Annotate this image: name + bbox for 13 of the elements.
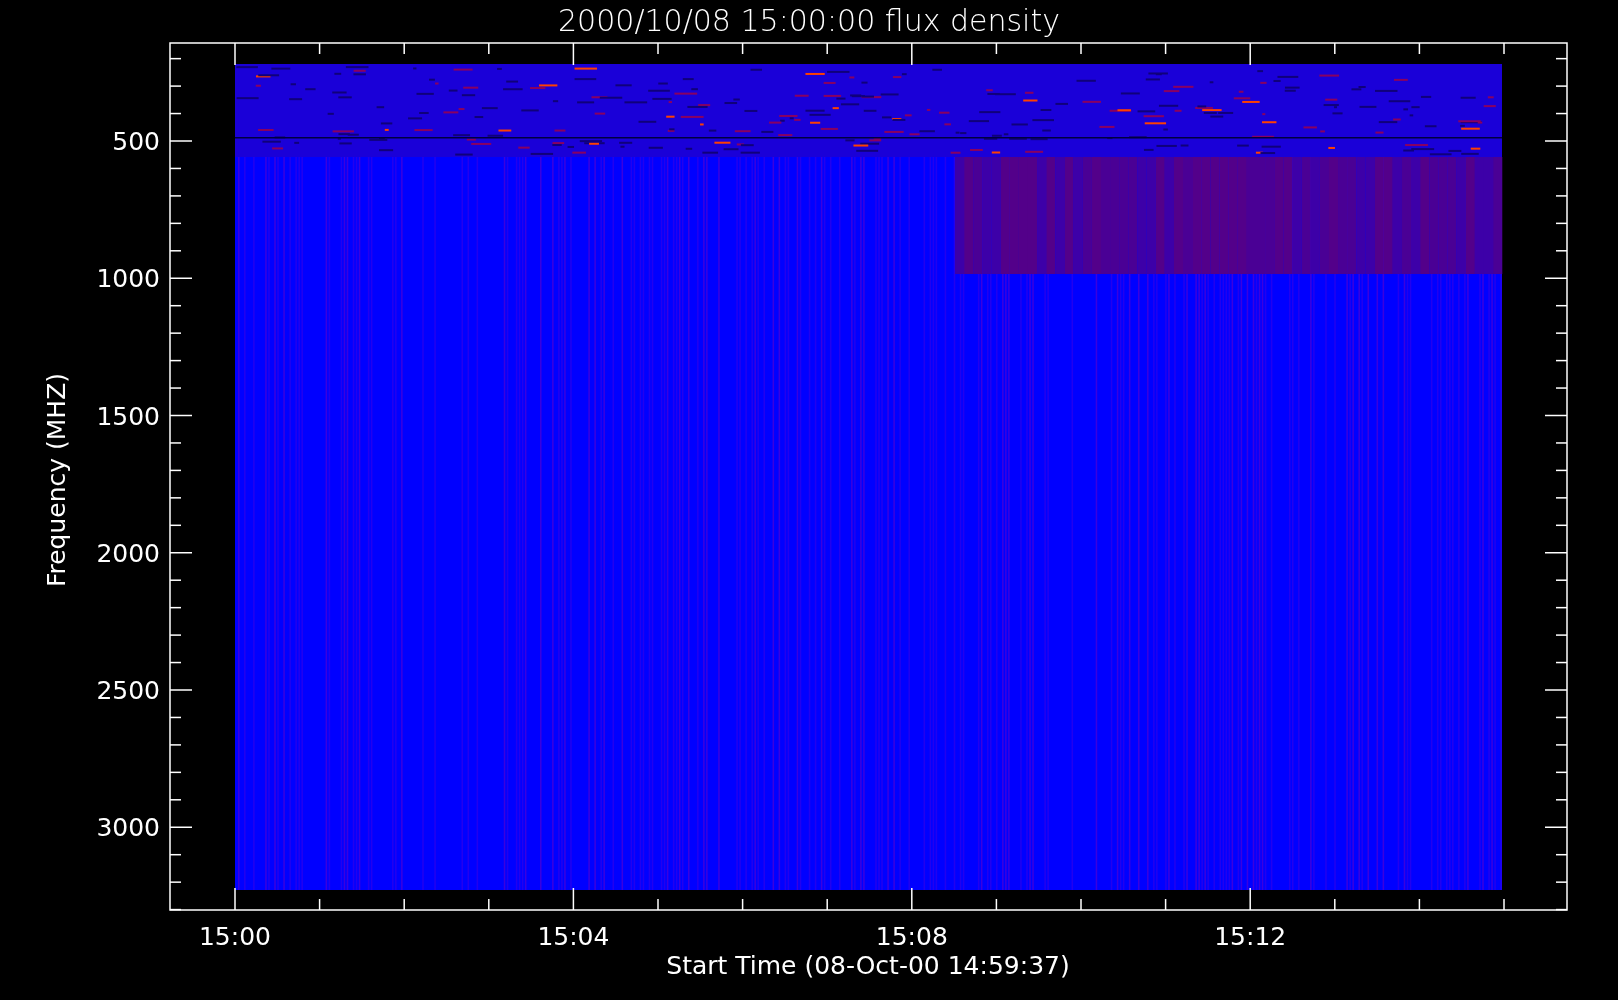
y-tick-label: 1500 [96, 401, 160, 431]
y-tick-label: 2500 [96, 676, 160, 705]
y-tick-label: 1000 [96, 264, 160, 294]
y-tick-label: 3000 [96, 813, 160, 843]
chart-title: 2000/10/08 15:00:00 flux density [558, 3, 1060, 38]
y-axis-label: Frequency (MHZ) [42, 372, 71, 588]
x-tick-label: 15:12 [1214, 922, 1287, 951]
y-tick-label: 500 [112, 127, 160, 156]
x-tick-label: 15:08 [875, 922, 948, 951]
y-tick-label: 2000 [96, 538, 160, 568]
x-tick-label: 15:04 [537, 922, 610, 951]
x-axis-label: Start Time (08-Oct-00 14:59:37) [666, 951, 1070, 980]
x-tick-label: 15:00 [199, 922, 271, 951]
